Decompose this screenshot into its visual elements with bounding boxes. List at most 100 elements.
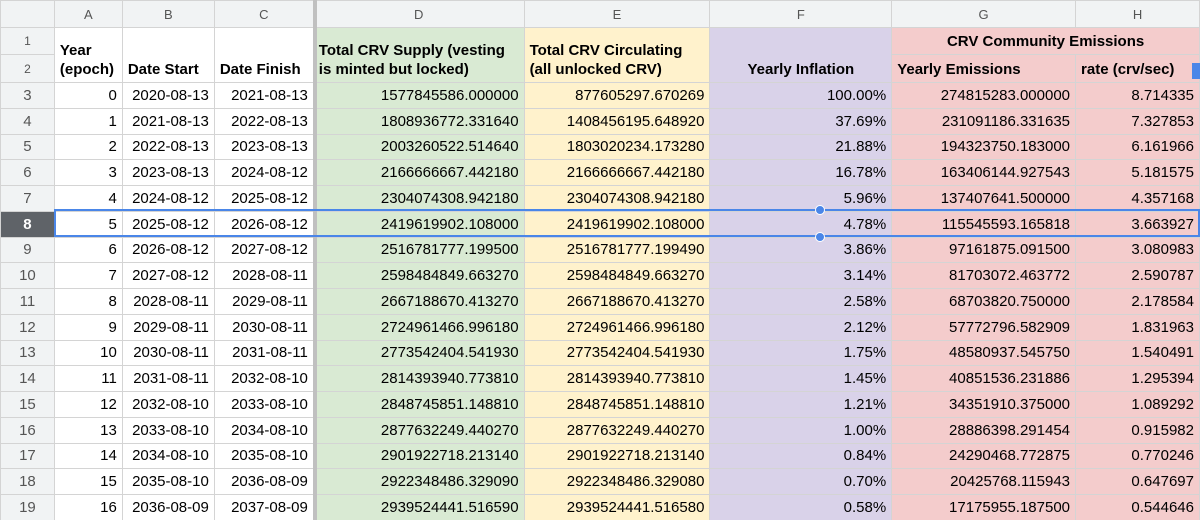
cell-yearly-emissions[interactable]: 231091186.331635 [891, 107, 1077, 135]
row-header[interactable]: 1 [0, 27, 55, 55]
cell-date-finish[interactable]: 2028-08-11 [213, 262, 314, 289]
cell-total-supply[interactable]: 2814393940.773810 [312, 365, 525, 392]
cell-yearly-emissions[interactable]: 81703072.463772 [891, 262, 1077, 289]
cell-inflation[interactable]: 1.21% [709, 391, 893, 418]
cell-circulating[interactable]: 2598484849.663270 [523, 262, 711, 289]
cell-rate[interactable]: 2.590787 [1075, 262, 1200, 289]
cell-circulating[interactable]: 2922348486.329080 [523, 468, 711, 495]
row-header[interactable]: 14 [0, 365, 55, 392]
cell-circulating[interactable]: 1803020234.173280 [523, 133, 711, 161]
cell-total-supply[interactable]: 2848745851.148810 [312, 391, 525, 418]
header-yearly-emissions[interactable]: Yearly Emissions [891, 54, 1077, 83]
header-total-supply[interactable]: Total CRV Supply (vesting is minted but … [312, 27, 525, 83]
cell-circulating[interactable]: 2901922718.213140 [523, 442, 711, 470]
spreadsheet[interactable]: A B C D E F G H 1 Year (epoch) Date Star… [0, 0, 1200, 520]
cell-inflation[interactable]: 4.78% [709, 210, 893, 238]
cell-inflation[interactable]: 37.69% [709, 107, 893, 135]
frozen-column-divider[interactable] [313, 0, 317, 520]
cell-circulating[interactable]: 2516781777.199490 [523, 236, 711, 264]
cell-yearly-emissions[interactable]: 17175955.187500 [891, 494, 1077, 520]
cell-circulating[interactable]: 2304074308.942180 [523, 185, 711, 212]
cell-circulating[interactable]: 877605297.670269 [523, 82, 711, 109]
cell-date-start[interactable]: 2031-08-11 [121, 365, 215, 392]
row-header[interactable]: 19 [0, 494, 55, 520]
row-header[interactable]: 4 [0, 107, 55, 135]
header-inflation[interactable]: Yearly Inflation [709, 27, 893, 83]
cell-total-supply[interactable]: 2598484849.663270 [312, 262, 525, 289]
row-header[interactable]: 5 [0, 133, 55, 161]
cell-total-supply[interactable]: 2877632249.440270 [312, 416, 525, 444]
cell-inflation[interactable]: 16.78% [709, 159, 893, 186]
cell-total-supply[interactable]: 2922348486.329090 [312, 468, 525, 495]
cell-inflation[interactable]: 3.14% [709, 262, 893, 289]
cell-circulating[interactable]: 2166666667.442180 [523, 159, 711, 186]
cell-inflation[interactable]: 21.88% [709, 133, 893, 161]
cell-inflation[interactable]: 3.86% [709, 236, 893, 264]
cell-date-start[interactable]: 2027-08-12 [121, 262, 215, 289]
cell-yearly-emissions[interactable]: 28886398.291454 [891, 416, 1077, 444]
row-header[interactable]: 18 [0, 468, 55, 495]
cell-inflation[interactable]: 1.45% [709, 365, 893, 392]
cell-date-finish[interactable]: 2034-08-10 [213, 416, 314, 444]
cell-year[interactable]: 13 [53, 416, 123, 444]
header-community-emissions[interactable]: CRV Community Emissions [891, 27, 1200, 55]
cell-circulating[interactable]: 2877632249.440270 [523, 416, 711, 444]
row-header[interactable]: 11 [0, 288, 55, 315]
row-header[interactable]: 17 [0, 442, 55, 470]
cell-yearly-emissions[interactable]: 137407641.500000 [891, 185, 1077, 212]
cell-year[interactable]: 10 [53, 339, 123, 367]
cell-circulating[interactable]: 1408456195.648920 [523, 107, 711, 135]
cell-year[interactable]: 1 [53, 107, 123, 135]
cell-total-supply[interactable]: 2419619902.108000 [312, 210, 525, 238]
cell-date-finish[interactable]: 2022-08-13 [213, 107, 314, 135]
cell-year[interactable]: 2 [53, 133, 123, 161]
cell-circulating[interactable]: 2939524441.516580 [523, 494, 711, 520]
cell-date-start[interactable]: 2020-08-13 [121, 82, 215, 109]
cell-year[interactable]: 8 [53, 288, 123, 315]
cell-date-start[interactable]: 2026-08-12 [121, 236, 215, 264]
cell-date-finish[interactable]: 2037-08-09 [213, 494, 314, 520]
cell-yearly-emissions[interactable]: 115545593.165818 [891, 210, 1077, 238]
cell-date-start[interactable]: 2024-08-12 [121, 185, 215, 212]
row-header[interactable]: 7 [0, 185, 55, 212]
cell-date-start[interactable]: 2028-08-11 [121, 288, 215, 315]
cell-total-supply[interactable]: 2166666667.442180 [312, 159, 525, 186]
cell-year[interactable]: 12 [53, 391, 123, 418]
cell-date-start[interactable]: 2025-08-12 [121, 210, 215, 238]
cell-inflation[interactable]: 0.84% [709, 442, 893, 470]
row-header[interactable]: 6 [0, 159, 55, 186]
cell-date-finish[interactable]: 2033-08-10 [213, 391, 314, 418]
cell-year[interactable]: 11 [53, 365, 123, 392]
cell-inflation[interactable]: 0.58% [709, 494, 893, 520]
row-header[interactable]: 15 [0, 391, 55, 418]
cell-date-finish[interactable]: 2023-08-13 [213, 133, 314, 161]
column-header-a[interactable]: A [53, 0, 123, 28]
cell-year[interactable]: 9 [53, 313, 123, 341]
cell-rate[interactable]: 1.089292 [1075, 391, 1200, 418]
cell-rate[interactable]: 0.915982 [1075, 416, 1200, 444]
cell-date-finish[interactable]: 2025-08-12 [213, 185, 314, 212]
cell-yearly-emissions[interactable]: 20425768.115943 [891, 468, 1077, 495]
column-header-h[interactable]: H [1075, 0, 1200, 28]
cell-date-start[interactable]: 2034-08-10 [121, 442, 215, 470]
cell-date-finish[interactable]: 2035-08-10 [213, 442, 314, 470]
row-header[interactable]: 12 [0, 313, 55, 341]
cell-date-start[interactable]: 2021-08-13 [121, 107, 215, 135]
row-header[interactable]: 8 [0, 210, 55, 238]
cell-yearly-emissions[interactable]: 34351910.375000 [891, 391, 1077, 418]
cell-rate[interactable]: 8.714335 [1075, 82, 1200, 109]
cell-inflation[interactable]: 0.70% [709, 468, 893, 495]
cell-total-supply[interactable]: 2516781777.199500 [312, 236, 525, 264]
row-header[interactable]: 13 [0, 339, 55, 367]
cell-rate[interactable]: 4.357168 [1075, 185, 1200, 212]
column-header-f[interactable]: F [709, 0, 893, 28]
column-header-d[interactable]: D [312, 0, 525, 28]
cell-yearly-emissions[interactable]: 57772796.582909 [891, 313, 1077, 341]
cell-rate[interactable]: 1.295394 [1075, 365, 1200, 392]
cell-circulating[interactable]: 2848745851.148810 [523, 391, 711, 418]
cell-rate[interactable]: 0.544646 [1075, 494, 1200, 520]
cell-year[interactable]: 0 [53, 82, 123, 109]
cell-yearly-emissions[interactable]: 194323750.183000 [891, 133, 1077, 161]
row-header[interactable]: 2 [0, 54, 55, 83]
cell-total-supply[interactable]: 2003260522.514640 [312, 133, 525, 161]
